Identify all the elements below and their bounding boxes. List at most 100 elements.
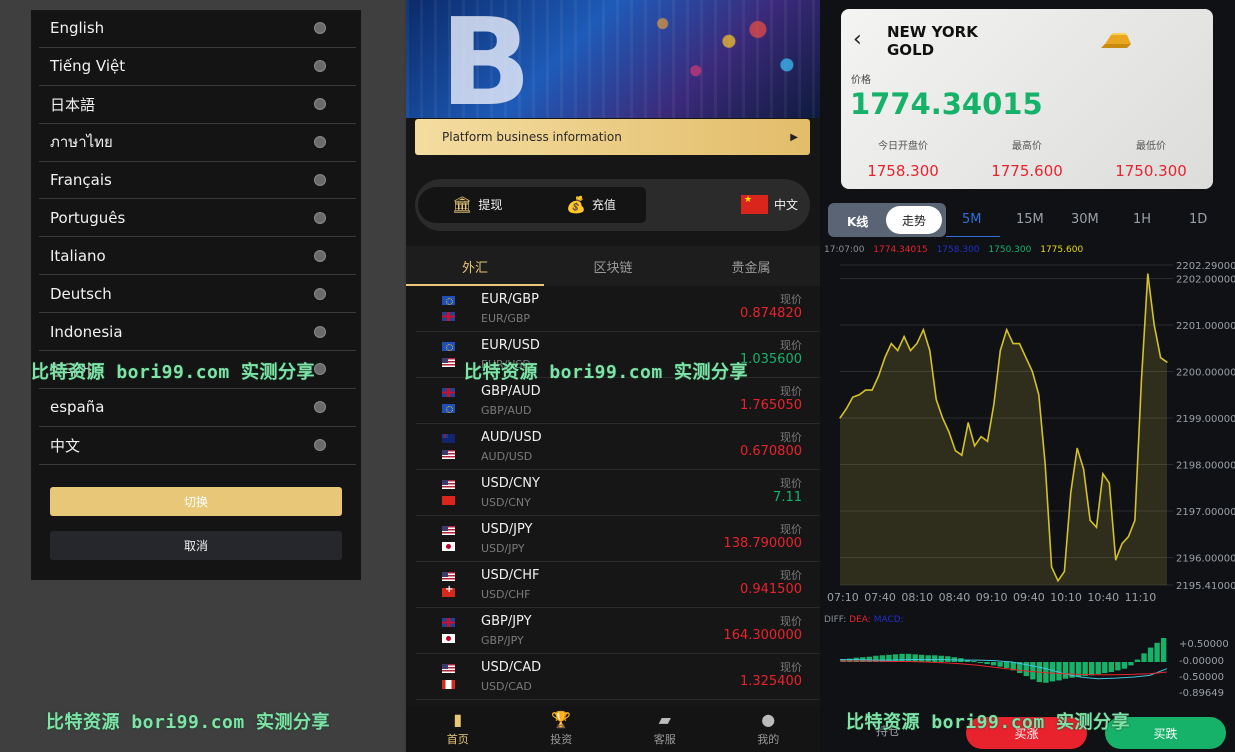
radio-icon[interactable] xyxy=(314,249,326,262)
period-30m[interactable]: 30M xyxy=(1071,212,1099,227)
radio-icon[interactable] xyxy=(314,98,326,111)
price-line-chart[interactable]: 2202.29000 2202.00000 2201.00000 2200.00000… xyxy=(820,255,1235,590)
macd-bar xyxy=(912,654,918,662)
radio-icon[interactable] xyxy=(314,439,326,452)
trend-tab[interactable]: 走势 xyxy=(886,206,942,234)
data-point xyxy=(935,398,937,401)
data-point xyxy=(1063,570,1066,573)
radio-icon[interactable] xyxy=(314,174,326,186)
period-15m[interactable]: 15M xyxy=(1016,212,1044,227)
chart-mode-toggle: K线 走势 xyxy=(828,203,946,237)
y-tick-label: 2202.00000 xyxy=(1176,274,1235,285)
switch-button[interactable]: 切换 xyxy=(50,487,342,516)
pair-subtitle: GBP/AUD xyxy=(481,404,532,417)
data-point xyxy=(967,422,969,424)
language-option[interactable]: Italiano xyxy=(39,237,356,276)
bank-icon: 🏛 xyxy=(452,195,473,214)
pair-name: USD/JPY xyxy=(481,522,533,537)
radio-icon[interactable] xyxy=(314,401,326,414)
kline-tab[interactable]: K线 xyxy=(847,213,868,230)
macd-chart: +0.50000 -0.00000 -0.50000 -0.89649 xyxy=(840,638,1229,699)
back-arrow-icon[interactable]: ‹ xyxy=(853,27,862,52)
language-option[interactable]: Tiếng Việt xyxy=(39,48,356,86)
period-1h[interactable]: 1H xyxy=(1133,212,1151,227)
language-option[interactable]: English xyxy=(39,10,356,48)
language-label: 中文 xyxy=(773,198,798,212)
macd-y-tick-label: -0.89649 xyxy=(1179,688,1224,699)
user-icon: ● xyxy=(761,710,776,729)
language-option[interactable]: Deutsch xyxy=(39,275,356,314)
deposit-button[interactable]: 💰 充值 xyxy=(566,195,616,214)
pair-row[interactable]: AUD/USD AUD/USD 现价 0.670800 xyxy=(416,424,820,470)
nav-item[interactable]: ● 我的 xyxy=(717,706,821,752)
y-tick-label: 2201.00000 xyxy=(1176,321,1235,332)
price-label: 现价 xyxy=(780,477,802,490)
period-5m[interactable]: 5M xyxy=(962,212,982,227)
radio-icon[interactable] xyxy=(314,287,326,300)
data-point xyxy=(903,336,905,338)
language-option[interactable]: ภาษาไทย xyxy=(39,124,356,162)
data-point xyxy=(980,436,982,438)
pair-row[interactable]: USD/CNY USD/CNY 现价 7.11 xyxy=(416,470,820,516)
market-tab[interactable]: 区块链 xyxy=(544,246,682,286)
radio-icon[interactable] xyxy=(314,325,326,338)
pair-row[interactable]: USD/CHF USD/CHF 现价0.941500 xyxy=(416,562,820,608)
pair-row[interactable]: EUR/GBP EUR/GBP 现价 0.874820 xyxy=(416,286,820,332)
language-option-label: ภาษาไทย xyxy=(50,133,113,152)
language-option-label: 日本語 xyxy=(50,95,96,114)
language-option[interactable]: Português xyxy=(39,199,356,238)
banner-image[interactable]: B xyxy=(406,0,820,133)
macd-dea-label: DEA: xyxy=(849,615,871,625)
data-point xyxy=(1102,473,1104,475)
platform-info-bar[interactable]: Platform business information ▶ xyxy=(415,119,810,155)
cancel-button[interactable]: 取消 xyxy=(50,531,342,560)
buy-down-button[interactable]: 买跌 xyxy=(1105,717,1226,749)
y-tick-label: 2196.00000 xyxy=(1176,554,1235,565)
pair-price: 1.765050 xyxy=(739,398,802,413)
buy-up-button[interactable]: 买涨 xyxy=(966,717,1087,749)
radio-icon[interactable] xyxy=(314,60,326,73)
nav-label: 客服 xyxy=(653,733,676,746)
pair-row[interactable]: USD/CAD USD/CAD 现价 1.325400 xyxy=(416,654,820,700)
data-point xyxy=(839,417,841,419)
withdraw-button[interactable]: 🏛 提现 xyxy=(452,195,502,214)
radio-icon[interactable] xyxy=(314,211,326,224)
period-1d[interactable]: 1D xyxy=(1189,212,1207,227)
radio-icon[interactable] xyxy=(314,22,326,35)
macd-bar xyxy=(984,662,990,665)
pair-price: 0.670800 xyxy=(739,444,802,459)
pair-row[interactable]: EUR/USD EUR/USD 现价 1.035600 xyxy=(416,332,820,378)
x-tick-label: 08:10 xyxy=(901,591,934,604)
language-panel: English Tiếng Việt 日本語 ภาษาไทย Français Portu… xyxy=(0,0,404,752)
china-flag-icon xyxy=(740,195,768,214)
market-tab[interactable]: 贵金属 xyxy=(682,246,820,286)
market-tab[interactable]: 外汇 xyxy=(406,246,544,286)
nav-item[interactable]: ▮ 首页 xyxy=(406,706,510,752)
x-tick-label: 07:10 xyxy=(827,591,859,604)
gb-flag-icon xyxy=(442,618,455,627)
gb-flag-icon xyxy=(442,388,455,397)
pair-name: USD/CAD xyxy=(481,660,542,675)
language-option[interactable]: Indonesia xyxy=(39,313,356,352)
radio-icon[interactable] xyxy=(314,136,326,149)
pair-row[interactable]: GBP/AUD GBP/AUD 现价 1.765050 xyxy=(416,378,820,424)
language-option[interactable]: españa xyxy=(39,389,356,427)
language-option-label: 中文 xyxy=(50,436,81,455)
holdings-tab[interactable]: 持仓 xyxy=(876,722,900,739)
data-point xyxy=(1121,543,1123,545)
language-option[interactable]: 日本語 xyxy=(39,86,356,124)
language-switch-button[interactable]: 中文 xyxy=(740,195,798,214)
pair-price: 7.11 xyxy=(773,490,802,505)
data-point xyxy=(1166,361,1168,363)
pair-row[interactable]: GBP/JPY GBP/JPY 现价 164.300000 xyxy=(416,608,820,654)
nav-item[interactable]: ▰ 客服 xyxy=(613,706,717,752)
pair-row[interactable]: USD/JPY USD/JPY 现价 138.790000 xyxy=(416,516,820,562)
language-option[interactable]: 中文 xyxy=(39,427,356,465)
language-option[interactable]: Français xyxy=(39,162,356,200)
pair-price: 164.300000 xyxy=(723,628,802,643)
language-option-label: 한국어 xyxy=(50,360,92,379)
radio-icon[interactable] xyxy=(314,363,326,376)
nav-item[interactable]: 🏆 投资 xyxy=(510,706,614,752)
language-option[interactable]: 한국어 xyxy=(39,351,356,389)
action-bar: 🏛 提现 💰 充值 中文 xyxy=(415,179,810,231)
